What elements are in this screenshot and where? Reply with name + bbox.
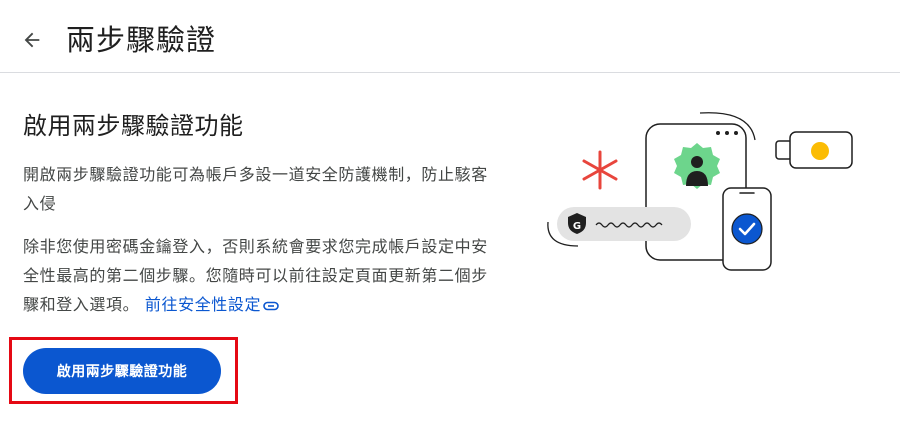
description-paragraph: 開啟兩步驟驗證功能可為帳戶多設一道安全防護機制，防止駭客入侵: [23, 165, 488, 213]
svg-text:G: G: [573, 221, 581, 232]
asterisk-icon: [582, 150, 618, 190]
back-button[interactable]: [14, 22, 50, 58]
link-icon: [263, 301, 279, 310]
arrow-left-icon: [24, 32, 40, 48]
section-heading: 啟用兩步驟驗證功能: [23, 112, 244, 140]
top-app-bar: 兩步驟驗證: [0, 0, 900, 73]
enable-2sv-button[interactable]: 啟用兩步驟驗證功能: [23, 348, 221, 394]
page-title: 兩步驟驗證: [66, 23, 217, 57]
2sv-illustration: G: [547, 112, 853, 271]
details-paragraph: 除非您使用密碼金鑰登入，否則系統會要求您完成帳戶設定中安全性最高的第二個步驟。您…: [23, 232, 493, 319]
security-settings-link[interactable]: 前往安全性設定: [145, 295, 279, 314]
checkmark-icon: [731, 213, 763, 245]
security-key-icon: [775, 131, 853, 169]
security-settings-link-label: 前往安全性設定: [144, 295, 262, 314]
